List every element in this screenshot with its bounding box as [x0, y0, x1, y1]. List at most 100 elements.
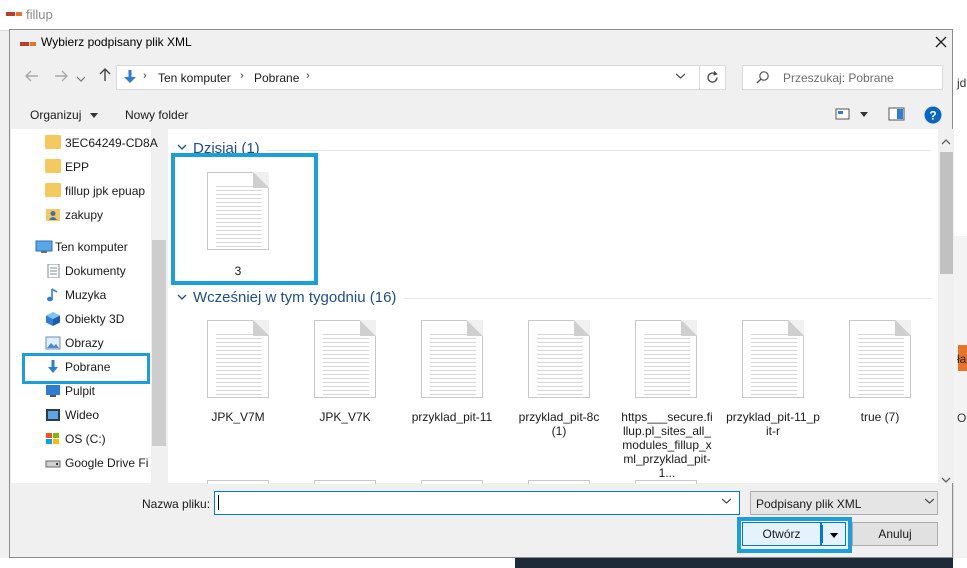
refresh-icon — [707, 71, 718, 83]
group-collapse-week[interactable] — [177, 292, 187, 304]
nav-item-obiekty-3d[interactable]: Obiekty 3D — [45, 307, 124, 329]
nav-item-zakupy[interactable]: zakupy — [45, 203, 103, 225]
app-titlebar — [0, 0, 967, 31]
scroll-up-arrow[interactable] — [941, 134, 951, 148]
contact-folder-icon — [45, 207, 61, 221]
search-icon — [756, 70, 770, 87]
drive-icon — [45, 455, 61, 469]
breadcrumb-pobrane[interactable]: Pobrane — [254, 71, 299, 85]
app-logo — [6, 9, 22, 19]
organize-label: Organizuj — [30, 108, 82, 122]
new-folder-button[interactable]: Nowy folder — [125, 108, 188, 122]
nav-item-ten-komputer[interactable]: Ten komputer — [35, 235, 128, 257]
file-name: przyklad_pit-11_pit-r — [726, 410, 820, 438]
help-button[interactable]: ? — [924, 106, 942, 127]
video-icon — [45, 407, 61, 421]
nav-item-epp[interactable]: EPP — [45, 155, 89, 177]
chevron-up-icon — [941, 139, 951, 145]
app-bottom-dark-bar — [515, 558, 953, 568]
breadcrumb-ten-komputer[interactable]: Ten komputer — [158, 71, 231, 85]
folder-icon — [45, 182, 61, 197]
pictures-icon — [45, 335, 61, 350]
app-fragment-text: OS — [957, 411, 967, 425]
partial-file-icon — [314, 480, 376, 484]
scroll-down-arrow[interactable] — [941, 472, 951, 486]
file-name: https___secure.fillup.pl_sites_all_modul… — [621, 410, 713, 480]
arrow-right-icon — [55, 70, 68, 82]
nav-item-obrazy[interactable]: Obrazy — [45, 331, 104, 353]
app-title: fillup — [26, 7, 53, 22]
svg-text:?: ? — [929, 109, 936, 123]
filename-input[interactable] — [214, 491, 740, 515]
drive-icon — [45, 431, 61, 445]
chevron-down-icon — [941, 477, 951, 483]
filename-label: Nazwa pliku: — [142, 497, 211, 511]
xml-file-icon — [849, 320, 911, 398]
download-icon — [122, 69, 138, 85]
refresh-button[interactable] — [700, 65, 726, 90]
file-name: przyklad_pit-8c (1) — [518, 410, 600, 438]
desktop-icon — [45, 383, 61, 397]
organize-button[interactable]: Organizuj — [30, 108, 98, 122]
partial-file-icon — [207, 480, 269, 484]
file-name: JPK_V7K — [319, 410, 371, 424]
breadcrumb-separator: › — [143, 70, 147, 82]
folder-icon — [45, 134, 61, 149]
file-name: przyklad_pit-11 — [411, 410, 493, 424]
group-header-week[interactable]: Wcześniej w tym tygodniu (16) — [193, 289, 396, 306]
nav-item-3ec64249[interactable]: 3EC64249-CD8A — [45, 131, 158, 153]
file-type-value: Podpisany plik XML — [756, 497, 862, 511]
partial-file-icon — [635, 480, 697, 484]
nav-item-dokumenty[interactable]: Dokumenty — [45, 259, 126, 281]
fillup-logo-icon — [6, 12, 22, 16]
xml-file-icon — [421, 320, 483, 398]
partial-file-icon — [528, 480, 590, 484]
arrow-left-icon — [25, 70, 38, 82]
arrow-up-icon — [99, 68, 111, 81]
breadcrumb-separator: › — [240, 70, 244, 82]
preview-pane-button[interactable] — [888, 107, 906, 124]
chevron-down-icon — [76, 76, 86, 82]
file-list-scrollbar-thumb[interactable] — [940, 152, 953, 274]
nav-item-wideo[interactable]: Wideo — [45, 403, 99, 425]
file-name: true (7) — [860, 410, 900, 424]
group-divider — [404, 298, 931, 299]
preview-pane-icon — [888, 107, 905, 121]
app-fragment-text: jd — [957, 76, 967, 90]
address-history-dropdown[interactable] — [670, 66, 690, 88]
computer-icon — [35, 239, 53, 253]
dialog-app-icon — [20, 38, 36, 52]
forward-button[interactable] — [51, 68, 71, 88]
search-placeholder: Przeszukaj: Pobrane — [783, 71, 894, 85]
back-button[interactable] — [22, 68, 42, 88]
file-selection-highlight — [171, 153, 318, 285]
documents-icon — [45, 263, 61, 279]
xml-file-icon — [314, 320, 376, 398]
up-button[interactable] — [95, 68, 115, 88]
app-right-panel — [953, 236, 967, 568]
open-button-highlight — [737, 517, 852, 553]
nav-scrollbar-thumb[interactable] — [152, 240, 166, 446]
close-icon — [935, 36, 947, 48]
close-button[interactable] — [929, 31, 953, 53]
text-caret — [218, 495, 219, 510]
3d-objects-icon — [45, 311, 61, 326]
caret-down-icon — [89, 113, 98, 119]
music-icon — [45, 287, 61, 302]
view-options-button[interactable] — [835, 107, 871, 124]
partial-file-icon — [421, 480, 483, 484]
xml-file-icon — [742, 320, 804, 398]
folder-icon — [45, 158, 61, 173]
nav-item-muzyka[interactable]: Muzyka — [45, 283, 106, 305]
chevron-down-icon — [177, 144, 187, 150]
nav-item-os-c[interactable]: OS (C:) — [45, 427, 106, 449]
nav-item-google-drive[interactable]: Google Drive File — [45, 451, 149, 473]
chevron-down-icon — [721, 498, 732, 504]
recent-locations-button[interactable] — [74, 68, 88, 88]
cancel-button[interactable]: Anuluj — [852, 522, 938, 546]
nav-item-fillup-jpk-epuap[interactable]: fillup jpk epuap — [45, 179, 145, 201]
file-type-dropdown-arrow[interactable] — [924, 496, 935, 507]
filename-history-dropdown[interactable] — [721, 496, 732, 507]
xml-file-icon — [528, 320, 590, 398]
xml-file-icon — [207, 320, 269, 398]
